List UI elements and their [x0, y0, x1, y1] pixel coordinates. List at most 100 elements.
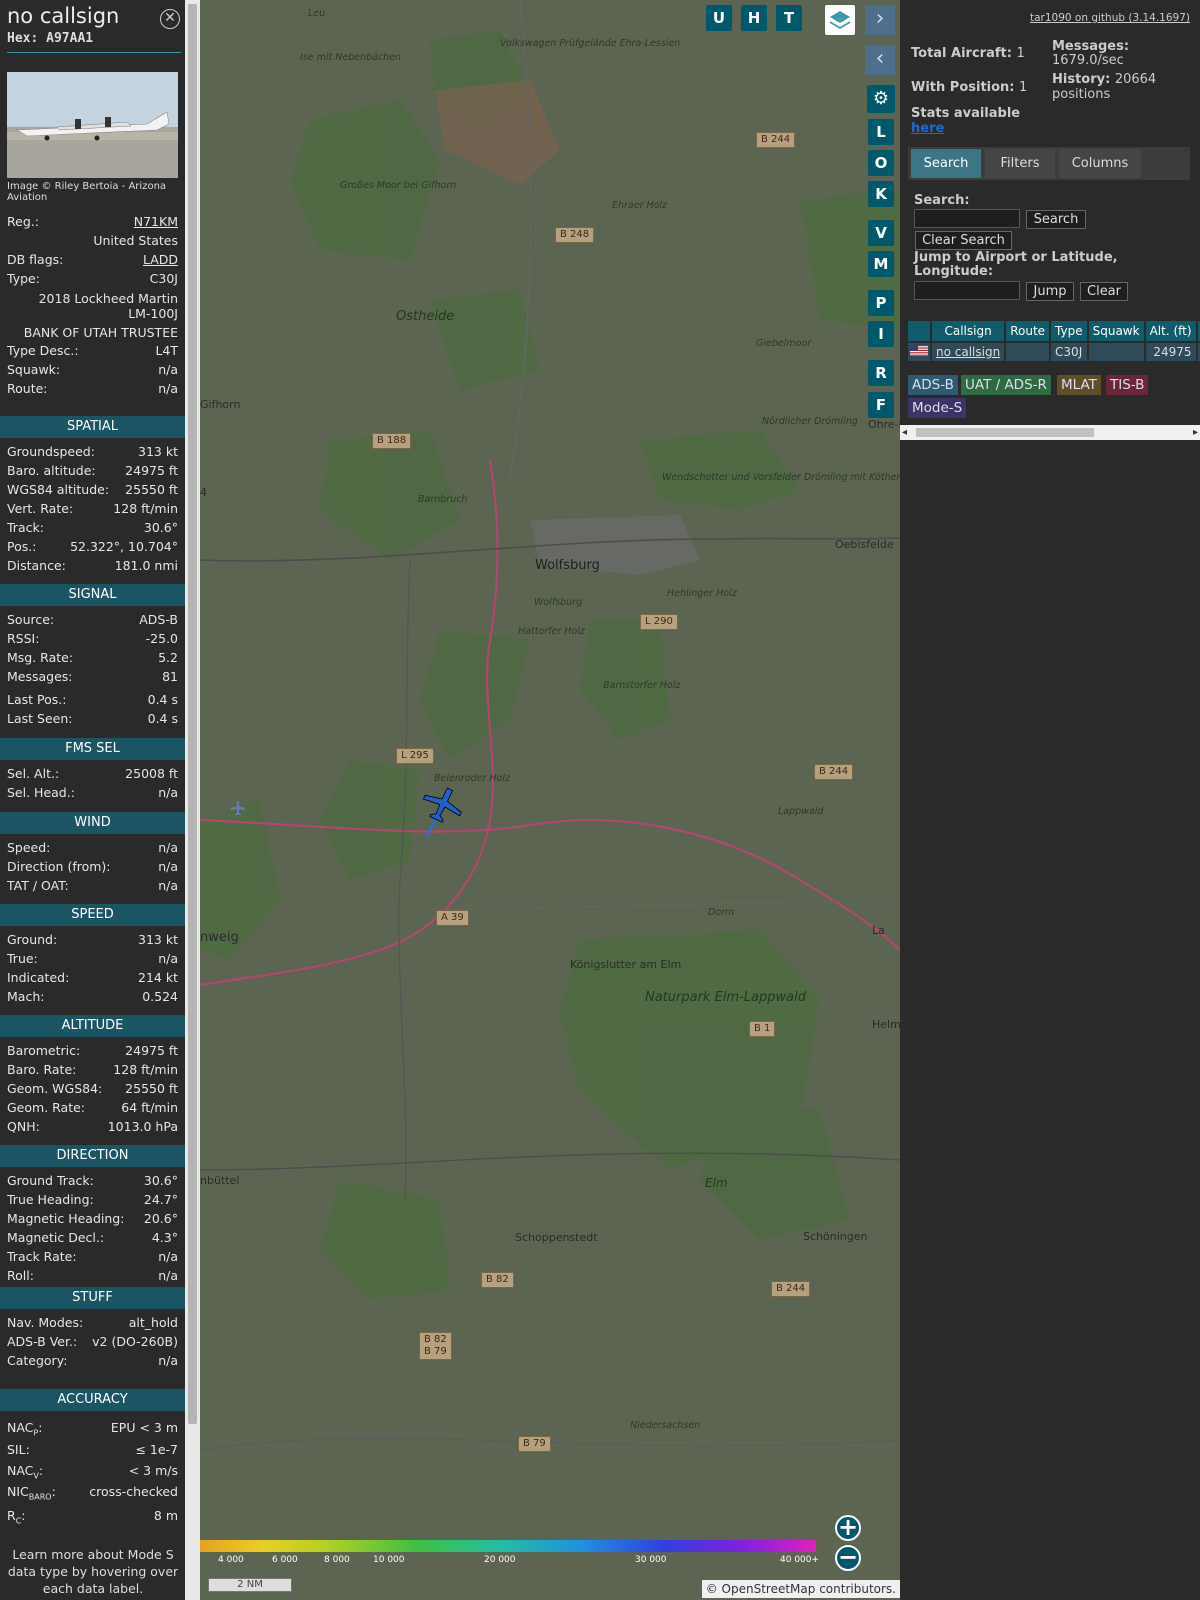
button-v[interactable]: V	[868, 220, 894, 246]
spatial-row[interactable]: WGS84 altitude: 25550 ft	[7, 481, 178, 499]
button-h[interactable]: H	[741, 5, 767, 31]
fms-row[interactable]: Sel. Head.: n/a	[7, 784, 178, 802]
direction-row[interactable]: True Heading: 24.7°	[7, 1191, 178, 1209]
tab-filters[interactable]: Filters	[985, 149, 1055, 178]
spatial-row[interactable]: Track: 30.6°	[7, 519, 178, 537]
registration-link[interactable]: N71KM	[134, 213, 178, 231]
speed-row[interactable]: Indicated: 214 kt	[7, 969, 178, 987]
expand-right-icon[interactable]: ›	[865, 5, 895, 35]
source-modes-badge[interactable]: Mode-S	[908, 398, 967, 418]
close-icon[interactable]: ✕	[160, 9, 180, 29]
altitude-row[interactable]: Barometric: 24975 ft	[7, 1042, 178, 1060]
signal-row[interactable]: Last Seen: 0.4 s	[7, 710, 178, 728]
spatial-row[interactable]: Vert. Rate: 128 ft/min	[7, 500, 178, 518]
layers-icon[interactable]	[825, 5, 855, 35]
map-view[interactable]: Volkswagen Prüfgelände Ehra-Lessien Ise …	[200, 0, 900, 1600]
jump-button[interactable]: Jump	[1026, 282, 1074, 301]
dbflags-link[interactable]: LADD	[143, 251, 178, 269]
country-row: United States	[93, 233, 178, 248]
signal-row[interactable]: Last Pos.: 0.4 s	[7, 691, 178, 709]
stats-link[interactable]: here	[911, 121, 944, 136]
source-uat-badge[interactable]: UAT / ADS-R	[961, 375, 1051, 395]
nicbaro-row[interactable]: NICBARO: cross-checked	[7, 1483, 178, 1502]
collapse-left-icon[interactable]: ‹	[865, 45, 895, 75]
sidebar-scrollbar[interactable]	[185, 0, 200, 1600]
settings-gear-icon[interactable]: ⚙	[867, 85, 895, 113]
search-button[interactable]: Search	[1026, 210, 1086, 229]
button-p[interactable]: P	[868, 290, 894, 316]
direction-row[interactable]: Magnetic Heading: 20.6°	[7, 1210, 178, 1228]
button-f[interactable]: F	[868, 392, 894, 418]
signal-row[interactable]: RSSI: -25.0	[7, 630, 178, 648]
col-type[interactable]: Type	[1051, 321, 1087, 341]
stuff-row[interactable]: Nav. Modes: alt_hold	[7, 1314, 178, 1332]
col-callsign[interactable]: Callsign	[932, 321, 1005, 341]
clear-button[interactable]: Clear	[1080, 282, 1128, 301]
table-row[interactable]: no callsign C30J 24975	[908, 343, 1200, 361]
source-tisb-badge[interactable]: TIS-B	[1106, 375, 1149, 395]
signal-row[interactable]: Messages: 81	[7, 668, 178, 686]
nacv-row[interactable]: NACV: < 3 m/s	[7, 1462, 178, 1481]
col-altitude[interactable]: Alt. (ft)	[1145, 321, 1196, 341]
nacp-row[interactable]: NACP: EPU < 3 m	[7, 1419, 178, 1438]
direction-row[interactable]: Roll: n/a	[7, 1267, 178, 1285]
spatial-row[interactable]: Distance: 181.0 nmi	[7, 557, 178, 575]
altitude-row[interactable]: QNH: 1013.0 hPa	[7, 1118, 178, 1136]
stuff-row[interactable]: Category: n/a	[7, 1352, 178, 1370]
scrollbar-thumb[interactable]	[188, 4, 197, 1424]
scroll-left-icon[interactable]: ◂	[902, 425, 907, 440]
altitude-row[interactable]: Geom. WGS84: 25550 ft	[7, 1080, 178, 1098]
col-squawk[interactable]: Squawk	[1088, 321, 1144, 341]
hscroll-thumb[interactable]	[916, 428, 1094, 437]
zoom-in-icon[interactable]: +	[835, 1515, 861, 1541]
sil-row[interactable]: SIL: ≤ 1e-7	[7, 1441, 178, 1459]
row-callsign[interactable]: no callsign	[932, 343, 1005, 361]
button-o[interactable]: O	[868, 150, 894, 176]
tab-columns[interactable]: Columns	[1059, 149, 1141, 178]
aircraft-photo[interactable]	[7, 72, 178, 178]
source-adsb-badge[interactable]: ADS-B	[908, 375, 958, 395]
tab-search[interactable]: Search	[911, 149, 981, 178]
clear-search-button[interactable]: Clear Search	[915, 231, 1012, 250]
ground-aircraft-icon[interactable]	[230, 800, 246, 816]
fms-row[interactable]: Sel. Alt.: 25008 ft	[7, 765, 178, 783]
search-input[interactable]	[914, 209, 1020, 228]
github-link[interactable]: tar1090 on github (3.14.1697)	[1030, 12, 1190, 24]
rc-row[interactable]: RC: 8 m	[7, 1507, 178, 1526]
direction-row[interactable]: Ground Track: 30.6°	[7, 1172, 178, 1190]
button-i[interactable]: I	[868, 321, 894, 347]
speed-row[interactable]: True: n/a	[7, 950, 178, 968]
col-route[interactable]: Route	[1006, 321, 1050, 341]
button-m[interactable]: M	[868, 251, 894, 277]
direction-row[interactable]: Track Rate: n/a	[7, 1248, 178, 1266]
altitude-row-label: Geom. WGS84:	[7, 1081, 103, 1096]
spatial-row[interactable]: Baro. altitude: 24975 ft	[7, 462, 178, 480]
button-t[interactable]: T	[776, 5, 802, 31]
signal-row[interactable]: Source: ADS-B	[7, 611, 178, 629]
altitude-row[interactable]: Baro. Rate: 128 ft/min	[7, 1061, 178, 1079]
button-u[interactable]: U	[706, 5, 732, 31]
openstreetmap-link[interactable]: OpenStreetMap	[722, 1582, 816, 1596]
signal-row[interactable]: Msg. Rate: 5.2	[7, 649, 178, 667]
button-l[interactable]: L	[868, 119, 894, 145]
spatial-row[interactable]: Pos.: 52.322°, 10.704°	[7, 538, 178, 556]
source-mlat-badge[interactable]: MLAT	[1057, 375, 1101, 395]
button-k[interactable]: K	[868, 181, 894, 207]
direction-row[interactable]: Magnetic Decl.: 4.3°	[7, 1229, 178, 1247]
speed-row[interactable]: Mach: 0.524	[7, 988, 178, 1006]
speed-row[interactable]: Ground: 313 kt	[7, 931, 178, 949]
table-horizontal-scrollbar[interactable]: ◂ ▸	[900, 425, 1200, 440]
scroll-right-icon[interactable]: ▸	[1193, 425, 1198, 440]
stuff-row[interactable]: ADS-B Ver.: v2 (DO-260B)	[7, 1333, 178, 1351]
stuff-row-label: Nav. Modes:	[7, 1315, 84, 1330]
altitude-row[interactable]: Geom. Rate: 64 ft/min	[7, 1099, 178, 1117]
button-r[interactable]: R	[868, 360, 894, 386]
zoom-out-icon[interactable]: −	[835, 1545, 861, 1571]
wind-row[interactable]: Speed: n/a	[7, 839, 178, 857]
direction-row-label: Magnetic Decl.:	[7, 1230, 105, 1245]
jump-input[interactable]	[914, 281, 1020, 300]
aircraft-icon[interactable]	[414, 780, 474, 840]
wind-row[interactable]: TAT / OAT: n/a	[7, 877, 178, 895]
wind-row[interactable]: Direction (from): n/a	[7, 858, 178, 876]
spatial-row[interactable]: Groundspeed: 313 kt	[7, 443, 178, 461]
